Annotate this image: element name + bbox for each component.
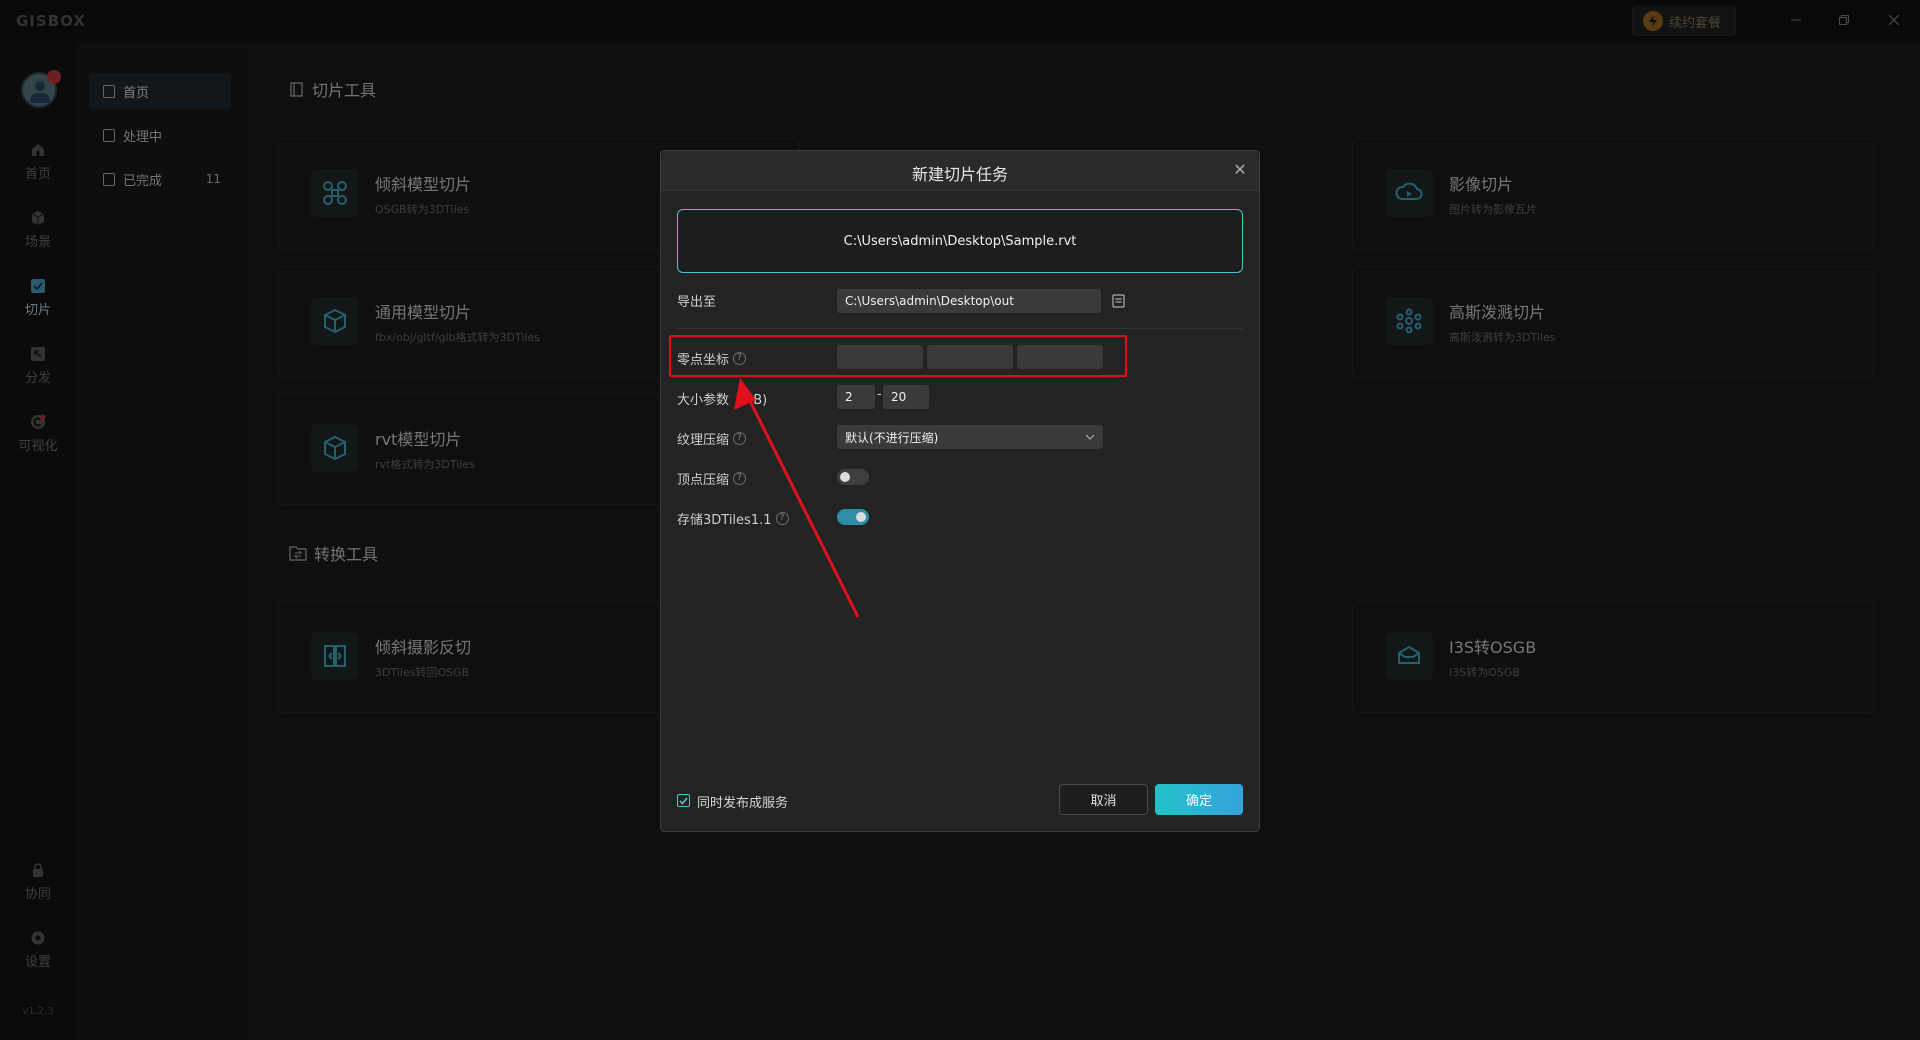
section-divider xyxy=(677,328,1243,329)
dialog-close-button[interactable]: ✕ xyxy=(1231,161,1249,179)
export-label: 导出至 xyxy=(677,291,716,310)
size-param-label: 大小参数（MB) xyxy=(677,389,767,408)
toggle-knob xyxy=(840,472,850,482)
new-slice-task-dialog: 新建切片任务 ✕ C:\Users\admin\Desktop\Sample.r… xyxy=(660,150,1260,832)
highlight-box xyxy=(669,335,1127,377)
cancel-button-label: 取消 xyxy=(1090,794,1117,809)
size-min-input[interactable]: 2 xyxy=(837,385,875,409)
size-min-value: 2 xyxy=(845,390,853,404)
export-path-input[interactable]: C:\Users\admin\Desktop\out xyxy=(837,289,1101,313)
publish-service-label: 同时发布成服务 xyxy=(697,796,789,811)
close-icon: ✕ xyxy=(1233,160,1247,179)
document-icon xyxy=(1112,294,1124,308)
toggle-knob xyxy=(856,512,866,522)
help-icon[interactable]: ? xyxy=(733,432,747,445)
source-file-path: C:\Users\admin\Desktop\Sample.rvt xyxy=(843,233,1077,249)
store-3dtiles-label: 存储3DTiles1.1 ? xyxy=(677,509,789,528)
export-path-value: C:\Users\admin\Desktop\out xyxy=(845,294,1014,308)
size-param-label-text: 大小参数（MB) xyxy=(677,393,768,408)
dialog-title: 新建切片任务 xyxy=(911,165,1008,184)
help-icon[interactable]: ? xyxy=(733,472,747,485)
texture-compress-label: 纹理压缩 ? xyxy=(677,429,747,448)
cancel-button[interactable]: 取消 xyxy=(1059,784,1148,815)
size-max-value: 20 xyxy=(891,390,907,404)
export-label-text: 导出至 xyxy=(677,295,717,310)
texture-compress-label-text: 纹理压缩 xyxy=(677,433,730,448)
dialog-header: 新建切片任务 ✕ xyxy=(661,151,1259,191)
size-range-separator: - xyxy=(877,387,882,402)
confirm-button-label: 确定 xyxy=(1185,794,1212,809)
source-file-dropzone[interactable]: C:\Users\admin\Desktop\Sample.rvt xyxy=(677,209,1243,273)
vertex-compress-label: 顶点压缩 ? xyxy=(677,469,747,488)
check-icon xyxy=(679,796,688,805)
vertex-compress-label-text: 顶点压缩 xyxy=(677,473,730,488)
size-max-input[interactable]: 20 xyxy=(883,385,929,409)
texture-compress-value: 默认(不进行压缩) xyxy=(845,430,939,445)
confirm-button[interactable]: 确定 xyxy=(1155,784,1243,815)
store-3dtiles-label-text: 存储3DTiles1.1 xyxy=(677,513,772,528)
publish-service-checkbox[interactable] xyxy=(677,794,690,807)
vertex-compress-toggle[interactable] xyxy=(837,469,869,485)
browse-folder-button[interactable] xyxy=(1109,291,1127,311)
texture-compress-select[interactable]: 默认(不进行压缩) xyxy=(837,425,1103,449)
store-3dtiles-toggle[interactable] xyxy=(837,509,869,525)
help-icon[interactable]: ? xyxy=(775,512,789,525)
chevron-down-icon xyxy=(1085,434,1095,440)
